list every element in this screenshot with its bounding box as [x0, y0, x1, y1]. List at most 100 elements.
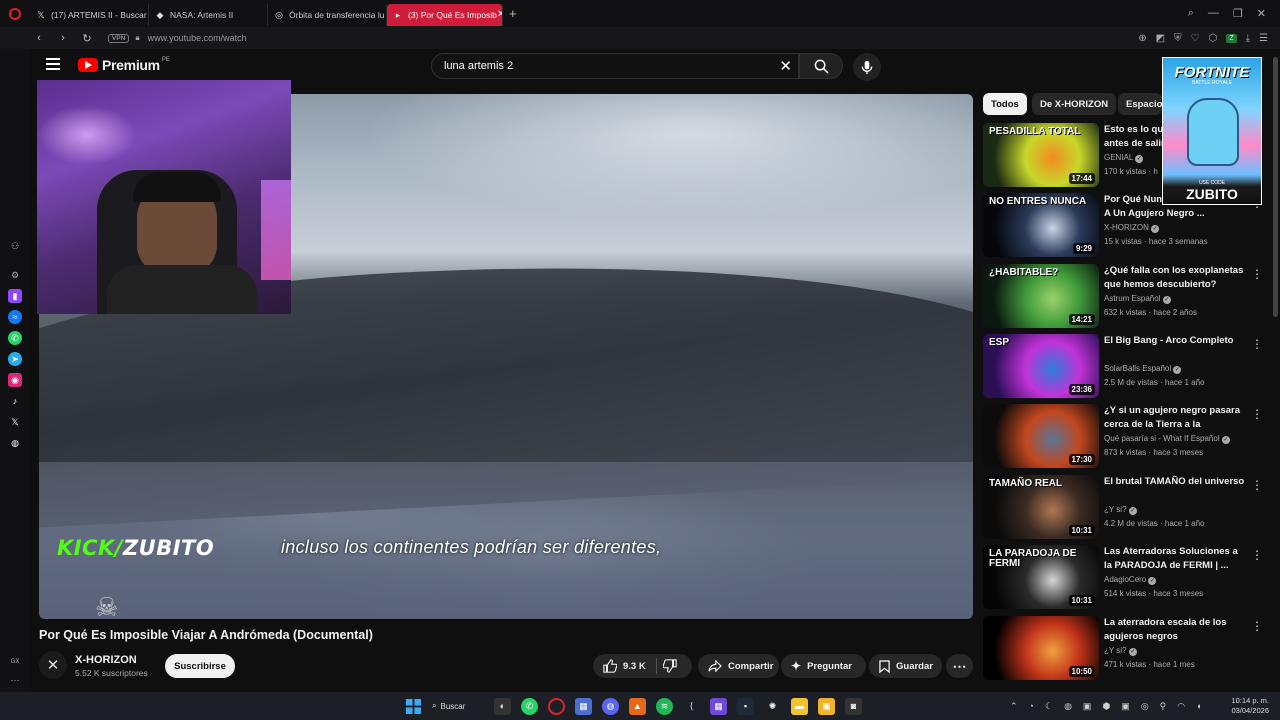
- share-button[interactable]: Compartir: [698, 654, 779, 678]
- whatsapp-icon[interactable]: ✆: [8, 331, 22, 345]
- tray-app-icon[interactable]: ◎: [1141, 701, 1149, 712]
- more-vertical-icon[interactable]: ⋮: [1251, 620, 1263, 632]
- shield-icon[interactable]: ⛨: [1174, 33, 1182, 44]
- recommendation-title[interactable]: La aterradora escala de los agujeros neg…: [1104, 616, 1248, 644]
- windows-start-icon[interactable]: [405, 698, 422, 715]
- recommendation-channel[interactable]: Qué pasaría si - What If Español ✓: [1104, 434, 1230, 444]
- tiktok-icon[interactable]: ♪: [8, 394, 22, 408]
- tray-app-icon[interactable]: ◔: [1029, 701, 1034, 711]
- ask-button[interactable]: ✦ Preguntar: [781, 654, 866, 678]
- gx-label[interactable]: GX: [8, 655, 22, 669]
- more-icon[interactable]: ⋯: [8, 673, 22, 687]
- twitch-icon[interactable]: ▮: [8, 289, 22, 303]
- volume-icon[interactable]: ◖: [1196, 701, 1201, 711]
- downloads-icon[interactable]: ⤓: [1246, 33, 1250, 44]
- video-thumbnail[interactable]: NO ENTRES NUNCA 9:29: [983, 193, 1099, 257]
- subscribe-button[interactable]: Suscribirse: [165, 654, 235, 678]
- calendar-icon[interactable]: ▦: [575, 697, 592, 715]
- like-button[interactable]: 9.3 K: [603, 659, 646, 673]
- heart-icon[interactable]: ♡: [1191, 33, 1200, 44]
- search-button[interactable]: [799, 53, 843, 79]
- video-thumbnail[interactable]: ESP 23:36: [983, 334, 1099, 398]
- tab-nasa-artemis[interactable]: ◆ NASA: Artemis II: [149, 3, 268, 26]
- vpn-badge[interactable]: VPN: [108, 33, 130, 43]
- obs-icon[interactable]: ◙: [845, 697, 862, 715]
- tray-app-icon[interactable]: ◍: [1064, 701, 1072, 712]
- video-thumbnail[interactable]: TAMAÑO REAL 10:31: [983, 475, 1099, 539]
- tray-app-icon[interactable]: ⬢: [1102, 701, 1110, 712]
- menu-icon[interactable]: ☰: [1259, 33, 1268, 44]
- lock-icon[interactable]: 🔒︎: [135, 33, 139, 43]
- whatsapp-icon[interactable]: ✆: [521, 697, 538, 715]
- extensions-icon[interactable]: ⬡: [1209, 33, 1218, 44]
- recommendation-title[interactable]: El Big Bang - Arco Completo: [1104, 334, 1248, 348]
- url-field[interactable]: www.youtube.com/watch: [148, 33, 247, 43]
- more-actions-button[interactable]: ⋯: [946, 654, 973, 678]
- recommendation-title[interactable]: El brutal TAMAÑO del universo: [1104, 475, 1248, 489]
- video-thumbnail[interactable]: ¿HABITABLE? 14:21: [983, 264, 1099, 328]
- sticky-app-icon[interactable]: ▣: [818, 697, 835, 715]
- recommendation-title[interactable]: Las Aterradoras Soluciones a la PARADOJA…: [1104, 545, 1248, 573]
- video-thumbnail[interactable]: 17:30: [983, 404, 1099, 468]
- page-scrollbar[interactable]: [1273, 57, 1278, 317]
- discord-icon[interactable]: ◍: [8, 436, 22, 450]
- chatgpt-icon[interactable]: ✺: [764, 698, 781, 715]
- instagram-icon[interactable]: ◉: [8, 373, 22, 387]
- video-thumbnail[interactable]: LA PARADOJA DE FERMI 10:31: [983, 545, 1099, 609]
- more-vertical-icon[interactable]: ⋮: [1251, 268, 1263, 280]
- save-button[interactable]: Guardar: [869, 654, 942, 678]
- recommendation-channel[interactable]: AdagioCero ✓: [1104, 575, 1157, 585]
- channel-name[interactable]: X-HORIZON: [75, 654, 137, 666]
- wifi-icon[interactable]: ◠: [1177, 701, 1185, 712]
- file-explorer-icon[interactable]: ▬: [791, 697, 808, 715]
- chevron-up-icon[interactable]: ⌃: [1010, 701, 1018, 712]
- chip-space[interactable]: Espacio: [1118, 93, 1162, 115]
- taskbar-search[interactable]: ⌕ Buscar: [432, 701, 484, 711]
- opera-logo-icon[interactable]: [0, 0, 30, 27]
- snapshot-icon[interactable]: ◩: [1156, 33, 1165, 44]
- messenger-icon[interactable]: ≈: [8, 310, 22, 324]
- x-logo-icon[interactable]: 𝕏: [8, 415, 22, 429]
- profile-badge[interactable]: Z: [1226, 33, 1237, 43]
- youtube-logo[interactable]: Premium PE: [78, 57, 170, 73]
- more-vertical-icon[interactable]: ⋮: [1251, 479, 1263, 491]
- recommendation-item[interactable]: ESP 23:36 El Big Bang - Arco Completo Solar…: [983, 334, 1273, 398]
- tray-app-icon[interactable]: ▣: [1121, 701, 1130, 712]
- recommendation-channel[interactable]: SolarBalls Español ✓: [1104, 364, 1182, 374]
- recommendation-item[interactable]: 17:30 ¿Y si un agujero negro pasara cerca…: [983, 404, 1273, 468]
- task-view-icon[interactable]: ◐: [494, 697, 511, 715]
- recommendation-item[interactable]: TAMAÑO REAL 10:31 El brutal TAMAÑO del uni…: [983, 475, 1273, 539]
- minimize-icon[interactable]: —: [1208, 7, 1219, 20]
- recommendation-item[interactable]: 10:50 La aterradora escala de los agujero…: [983, 616, 1273, 680]
- telegram-icon[interactable]: ➤: [8, 352, 22, 366]
- recommendation-title[interactable]: ¿Qué falla con los exoplanetas que hemos…: [1104, 264, 1248, 292]
- discord-icon[interactable]: ◍: [602, 697, 619, 715]
- microphone-icon[interactable]: ⚲: [1160, 701, 1167, 712]
- recommendation-item[interactable]: ¿HABITABLE? 14:21 ¿Qué falla con los exopl…: [983, 264, 1273, 328]
- channel-avatar[interactable]: ✕: [39, 651, 67, 679]
- more-vertical-icon[interactable]: ⋮: [1251, 408, 1263, 420]
- tray-app-icon[interactable]: ▣: [1083, 701, 1092, 712]
- tab-orbita[interactable]: ◎ Órbita de transferencia lu: [268, 3, 387, 26]
- chip-from-channel[interactable]: De X-HORIZON: [1032, 93, 1117, 115]
- bookmarks-icon[interactable]: ⚇: [8, 239, 22, 253]
- voice-search-button[interactable]: [853, 53, 881, 81]
- brave-icon[interactable]: ▲: [629, 697, 646, 715]
- terminal-icon[interactable]: ▪: [737, 697, 754, 715]
- reload-icon[interactable]: ↻: [78, 32, 96, 45]
- more-vertical-icon[interactable]: ⋮: [1251, 549, 1263, 561]
- recommendation-channel[interactable]: ¿Y si? ✓: [1104, 505, 1137, 515]
- recommendation-channel[interactable]: GENIAL ✓: [1104, 153, 1144, 163]
- tray-app-icon[interactable]: ☾: [1045, 701, 1053, 712]
- close-tab-icon[interactable]: ✕: [497, 9, 502, 20]
- video-thumbnail[interactable]: 10:50: [983, 616, 1099, 680]
- dislike-button[interactable]: [662, 659, 677, 673]
- chip-all[interactable]: Todos: [983, 93, 1027, 115]
- tab-youtube-active[interactable]: ▸ (3) Por Qué Es Imposib ✕: [387, 3, 503, 26]
- search-tabs-icon[interactable]: ⌕: [1188, 7, 1194, 20]
- capcut-icon[interactable]: ⟨: [683, 698, 700, 715]
- zoom-icon[interactable]: ⊕: [1138, 33, 1146, 44]
- recommendation-channel[interactable]: ¿Y si? ✓: [1104, 646, 1137, 656]
- recommendation-channel[interactable]: Astrum Español ✓: [1104, 294, 1171, 304]
- recommendation-channel[interactable]: X-HORIZON ✓: [1104, 223, 1160, 233]
